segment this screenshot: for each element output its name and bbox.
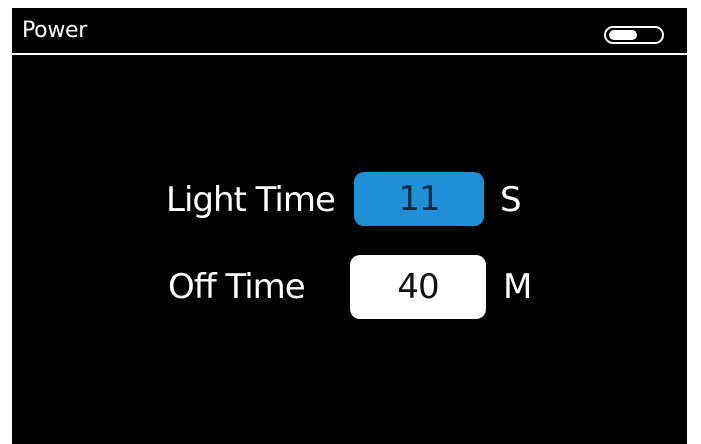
light-time-value-field[interactable]: 11 [354, 172, 484, 226]
off-time-label: Off Time [168, 267, 306, 307]
battery-icon [604, 26, 664, 46]
off-time-unit: M [503, 267, 533, 307]
device-screen: Power Light Time 11 S Off Time 40 M [12, 8, 687, 444]
off-time-value-field[interactable]: 40 [350, 255, 486, 319]
header-bar: Power [12, 8, 687, 55]
light-time-label: Light Time [166, 180, 336, 220]
header-divider [12, 53, 687, 55]
battery-level [609, 30, 637, 40]
light-time-row: Light Time 11 S [12, 168, 687, 226]
off-time-row: Off Time 40 M [12, 255, 687, 319]
page-title: Power [22, 18, 88, 43]
light-time-unit: S [500, 180, 522, 220]
